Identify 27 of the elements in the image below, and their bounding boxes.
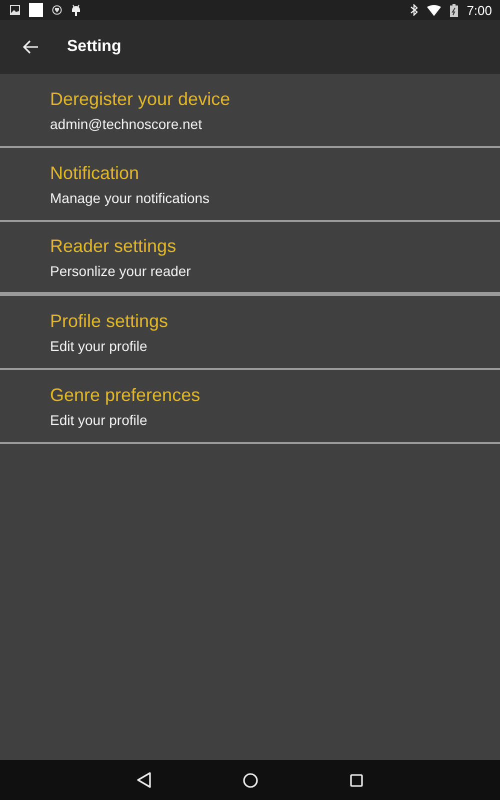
setting-title: Genre preferences <box>50 384 202 406</box>
setting-title: Reader settings <box>50 236 178 256</box>
wifi-icon <box>426 4 441 16</box>
square-icon <box>29 3 43 17</box>
battery-icon <box>450 4 458 16</box>
setting-title: Notification <box>50 162 140 184</box>
recents-icon[interactable] <box>350 774 363 786</box>
android-icon <box>71 4 81 16</box>
setting-subtitle: Edit your profile <box>50 412 148 428</box>
setting-title: Deregister your device <box>50 88 232 110</box>
settings-item[interactable]: Deregister your device admin@technoscore.net <box>0 74 500 148</box>
setting-subtitle: Edit your profile <box>50 338 148 354</box>
settings-item[interactable]: Profile settings Edit your profile <box>0 296 500 370</box>
home-icon[interactable] <box>243 772 258 788</box>
back-arrow-icon[interactable] <box>23 40 39 54</box>
setting-title: Profile settings <box>50 310 170 332</box>
settings-item[interactable]: Reader settings Personlize your reader <box>0 222 500 296</box>
settings-item[interactable]: Genre preferences Edit your profile <box>0 370 500 444</box>
clock-time: 7:00 <box>466 2 492 18</box>
back-icon[interactable] <box>137 772 151 788</box>
settings-item[interactable]: Notification Manage your notifications <box>0 148 500 222</box>
screen-title: Setting <box>67 38 122 56</box>
setting-subtitle: Manage your notifications <box>50 190 211 206</box>
image-icon <box>10 5 20 15</box>
setting-subtitle: Personlize your reader <box>50 262 192 278</box>
setting-subtitle: admin@technoscore.net <box>50 116 203 132</box>
bluetooth-icon <box>410 4 418 16</box>
